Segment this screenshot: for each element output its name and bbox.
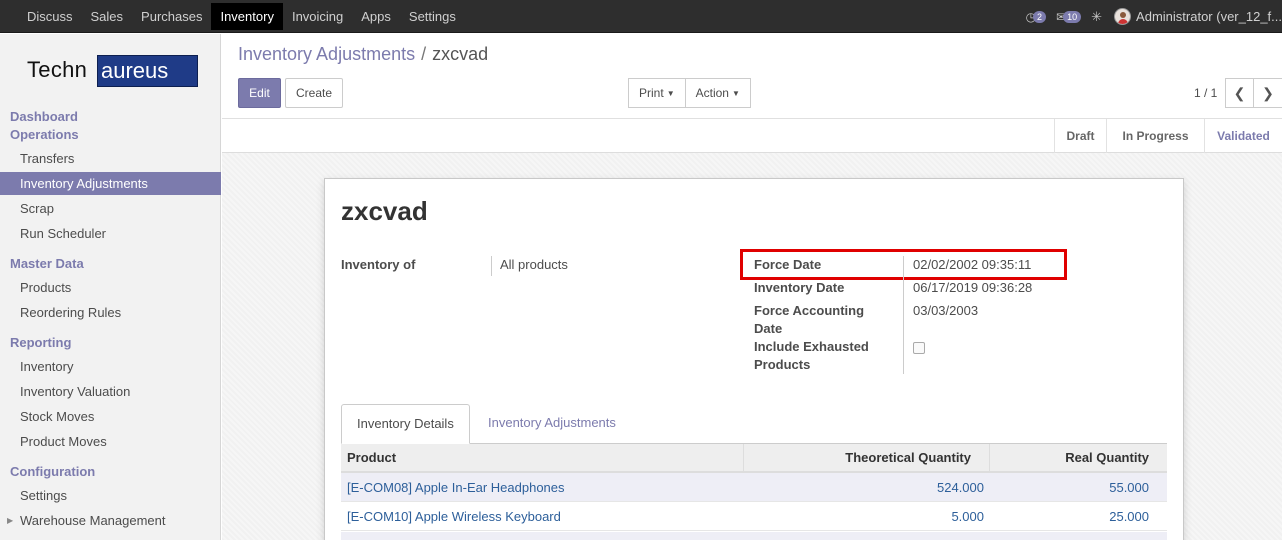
force-accounting-date-value: 03/03/2003 [913, 303, 979, 318]
sidebar-item-scrap[interactable]: Scrap [0, 197, 221, 220]
stage-draft: Draft [1054, 119, 1106, 153]
logo-text-left: Techn [27, 57, 88, 82]
systray: ◷ 2 ✉ 10 ✳ Administrator (ver_12_f... [1026, 0, 1282, 33]
pager-value[interactable]: 1 / 1 [1194, 86, 1217, 100]
force-accounting-date-label-2: Date [754, 321, 783, 336]
include-exhausted-checkbox[interactable] [913, 342, 925, 354]
column-header-real-quantity[interactable]: Real Quantity [990, 444, 1149, 473]
sidebar-section-operations: Operations [10, 127, 79, 142]
row-theoretical-quantity: 5.000 [951, 509, 984, 524]
app-menu: Discuss Sales Purchases Inventory Invoic… [0, 0, 465, 33]
sidebar-item-label: Warehouse Management [20, 513, 166, 528]
edit-button[interactable]: Edit [238, 78, 281, 108]
breadcrumb-current: zxcvad [432, 44, 489, 64]
row-product: [E-COM08] Apple In-Ear Headphones [347, 480, 565, 495]
row-product: [E-COM10] Apple Wireless Keyboard [347, 509, 561, 524]
menu-apps[interactable]: Apps [352, 0, 400, 33]
menu-settings[interactable]: Settings [400, 0, 465, 33]
sidebar-item-stock-moves[interactable]: Stock Moves [0, 405, 221, 428]
chevron-right-icon: ❯ [1262, 85, 1274, 101]
table-row[interactable]: [E-COM08] Apple In-Ear Headphones 524.00… [341, 473, 1167, 502]
tab-inventory-details[interactable]: Inventory Details [341, 404, 470, 444]
sidebar-section-dashboard[interactable]: Dashboard [10, 109, 78, 124]
column-header-theoretical-quantity[interactable]: Theoretical Quantity [744, 444, 971, 473]
activity-count-badge: 2 [1033, 10, 1047, 23]
pager-previous-button[interactable]: ❮ [1225, 78, 1254, 108]
caret-right-icon: ▶ [7, 516, 14, 525]
force-accounting-date-label: Force Accounting [754, 303, 865, 318]
print-dropdown[interactable]: Print ▼ [628, 78, 686, 108]
sidebar-item-settings[interactable]: Settings [0, 484, 221, 507]
chevron-left-icon: ❮ [1233, 85, 1246, 101]
sidebar-section-master-data: Master Data [10, 256, 84, 271]
breadcrumb-parent-link[interactable]: Inventory Adjustments [238, 44, 415, 65]
caret-down-icon: ▼ [731, 88, 740, 98]
print-label: Print [639, 86, 664, 100]
include-exhausted-label-2: Products [754, 357, 811, 372]
sidebar-section-reporting: Reporting [10, 335, 72, 350]
messages-button[interactable]: ✉ 10 [1056, 10, 1082, 24]
sidebar-item-warehouse-management[interactable]: ▶ Warehouse Management [0, 509, 221, 532]
include-exhausted-label: Include Exhausted [754, 339, 869, 354]
sidebar-item-inventory-adjustments[interactable]: Inventory Adjustments [0, 172, 221, 195]
sidebar-item-transfers[interactable]: Transfers [0, 147, 221, 170]
menu-sales[interactable]: Sales [82, 0, 133, 33]
breadcrumb: Inventory Adjustments / zxcvad [238, 44, 488, 65]
table-header: Product Theoretical Quantity Real Quanti… [341, 444, 1167, 473]
inventory-of-value: All products [500, 257, 568, 272]
breadcrumb-separator: / [421, 44, 427, 64]
tab-inventory-adjustments[interactable]: Inventory Adjustments [473, 404, 631, 444]
create-button[interactable]: Create [285, 78, 343, 108]
sidebar-item-inventory-valuation[interactable]: Inventory Valuation [0, 380, 221, 403]
menu-inventory[interactable]: Inventory [211, 3, 283, 30]
bug-icon[interactable]: ✳ [1091, 9, 1102, 25]
sidebar-actions: Print ▼ Action ▼ [628, 78, 751, 108]
column-header-product[interactable]: Product [347, 444, 396, 473]
inventory-of-label: Inventory of [341, 257, 416, 272]
logo-text-right: aureus [97, 55, 198, 87]
menu-discuss[interactable]: Discuss [18, 0, 82, 33]
sidebar: Techn aureus Dashboard Operations Transf… [0, 34, 221, 540]
row-real-quantity: 25.000 [1109, 509, 1149, 524]
row-real-quantity: 55.000 [1109, 480, 1149, 495]
stage-in-progress: In Progress [1106, 119, 1204, 153]
avatar[interactable] [1114, 8, 1132, 25]
action-dropdown[interactable]: Action ▼ [685, 78, 751, 108]
sidebar-section-configuration: Configuration [10, 464, 96, 479]
pager-next-button[interactable]: ❯ [1253, 78, 1282, 108]
activity-button[interactable]: ◷ 2 [1026, 10, 1047, 24]
sidebar-item-reordering-rules[interactable]: Reordering Rules [0, 301, 221, 324]
inventory-date-label: Inventory Date [754, 280, 845, 295]
top-navbar: Discuss Sales Purchases Inventory Invoic… [0, 0, 1282, 33]
record-title: zxcvad [341, 196, 428, 226]
sidebar-item-products[interactable]: Products [0, 276, 221, 299]
message-count-badge: 10 [1063, 10, 1082, 23]
sidebar-item-run-scheduler[interactable]: Run Scheduler [0, 222, 221, 245]
field-divider [491, 256, 492, 276]
statusbar: Draft In Progress Validated [222, 119, 1282, 153]
row-theoretical-quantity: 524.000 [937, 480, 984, 495]
stage-validated: Validated [1204, 119, 1282, 153]
table-row[interactable]: [E-COM10] Apple Wireless Keyboard 5.000 … [341, 502, 1167, 531]
menu-invoicing[interactable]: Invoicing [283, 0, 352, 33]
sidebar-item-inventory-report[interactable]: Inventory [0, 355, 221, 378]
menu-purchases[interactable]: Purchases [132, 0, 211, 33]
company-logo[interactable]: Techn aureus [22, 53, 198, 88]
field-divider [903, 256, 904, 374]
table-row [341, 532, 1167, 540]
user-menu[interactable]: Administrator (ver_12_f... [1136, 9, 1282, 24]
sidebar-item-product-moves[interactable]: Product Moves [0, 430, 221, 453]
caret-down-icon: ▼ [666, 88, 675, 98]
action-label: Action [695, 86, 729, 100]
inventory-date-value: 06/17/2019 09:36:28 [913, 280, 1033, 295]
